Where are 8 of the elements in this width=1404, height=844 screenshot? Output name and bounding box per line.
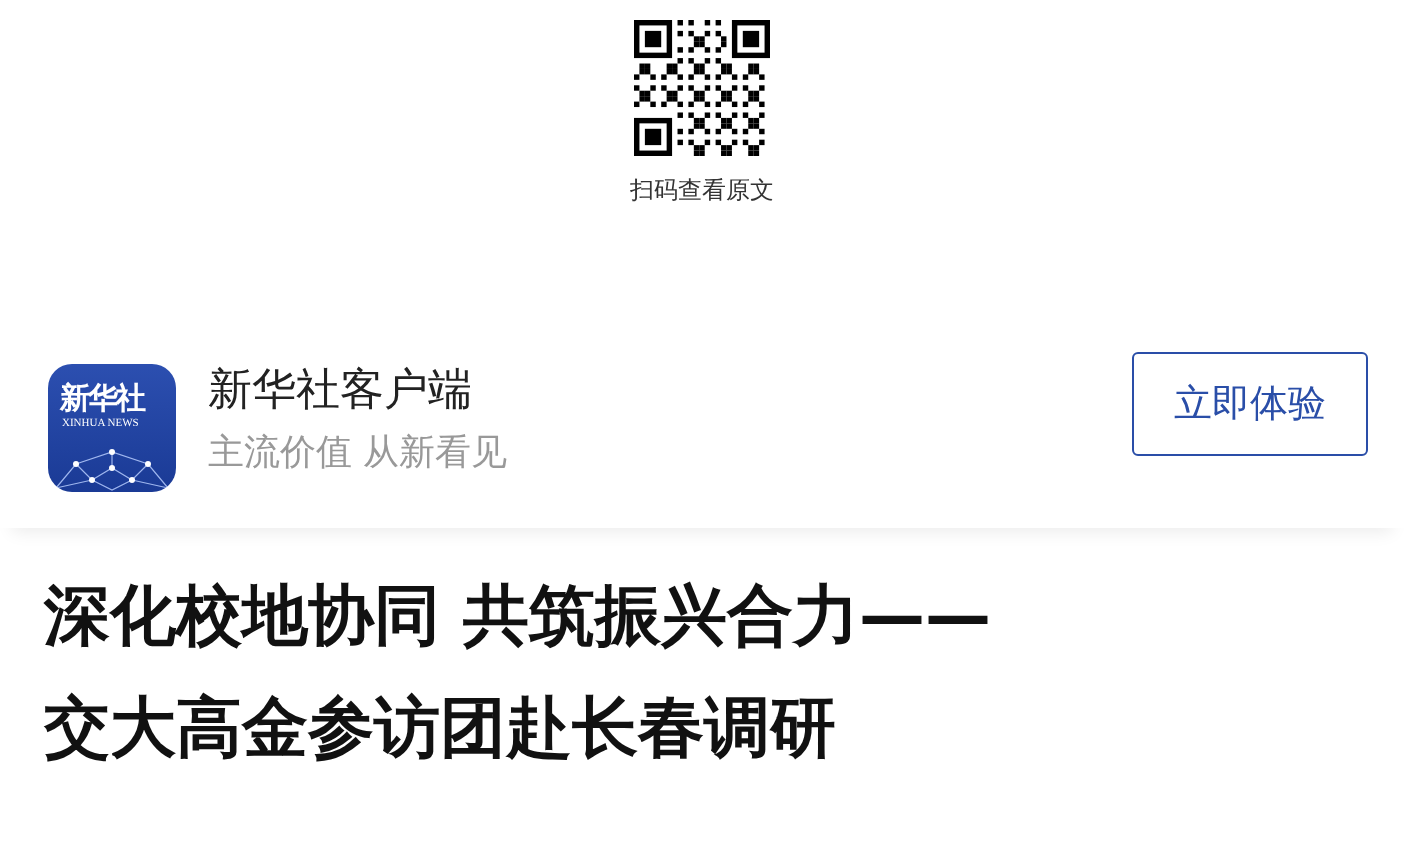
qr-caption: 扫码查看原文 [630, 174, 774, 208]
headline-line: 交大高金参访团赴长春调研 [44, 686, 838, 770]
try-now-button[interactable]: 立即体验 [1132, 352, 1368, 456]
app-slogan: 主流价值 从新看见 [208, 429, 510, 476]
logo-text: 新华社 [60, 384, 144, 414]
app-name: 新华社客户端 [208, 364, 474, 420]
headline-line: 深化校地协同 共筑振兴合力—— [44, 574, 993, 658]
qr-code [634, 20, 770, 156]
